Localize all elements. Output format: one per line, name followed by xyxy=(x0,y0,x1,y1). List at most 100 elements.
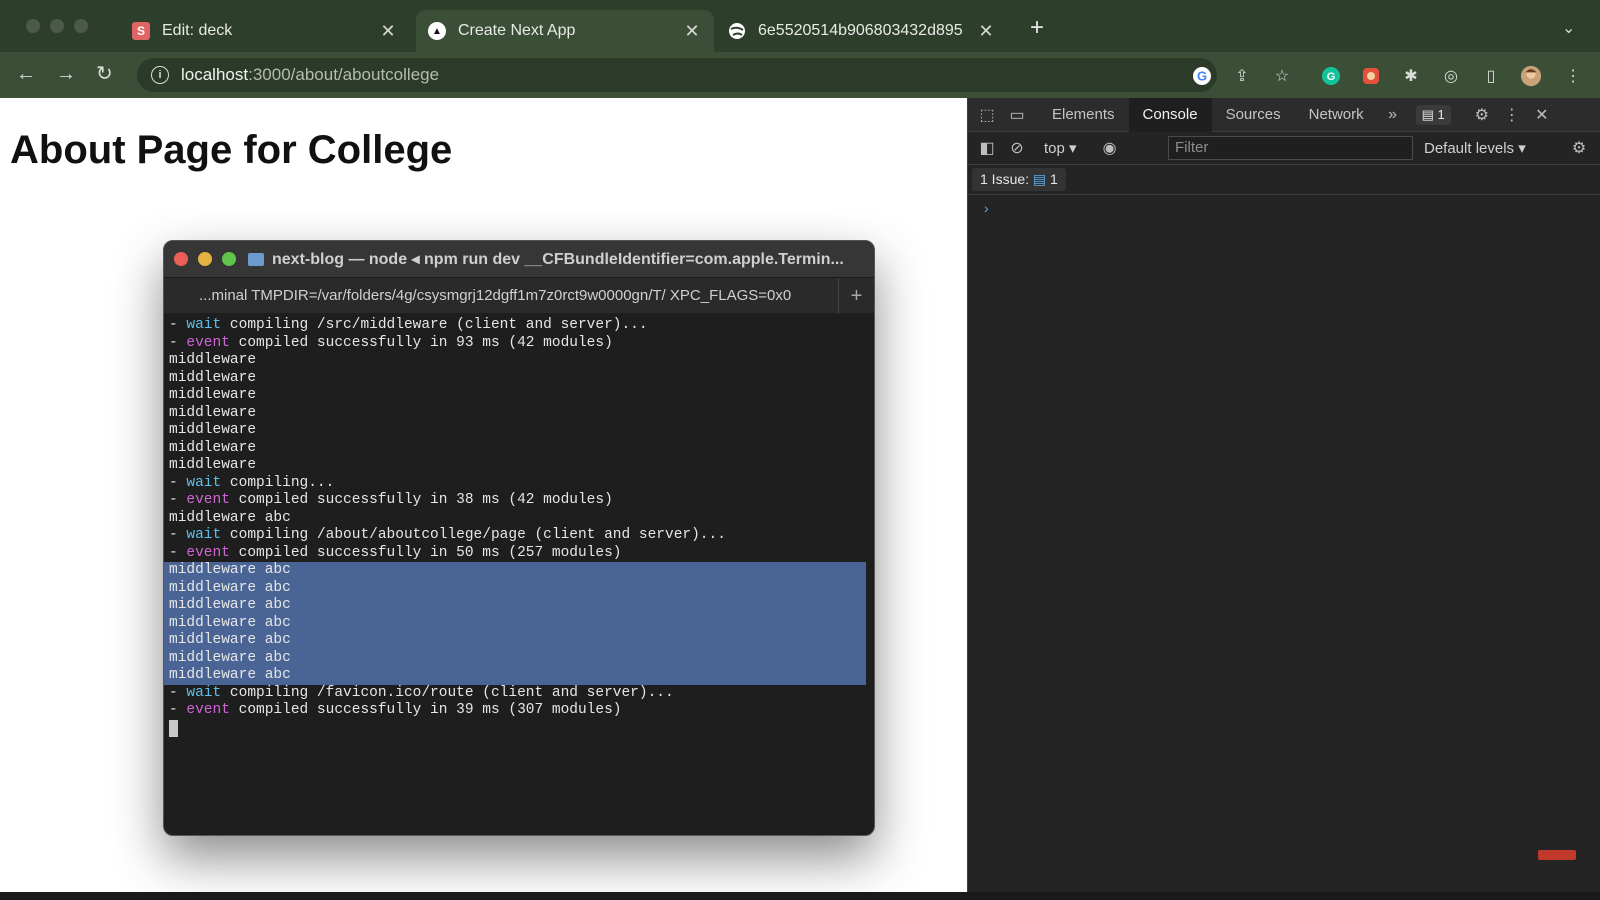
issues-badge[interactable]: ▤ 1 xyxy=(1415,104,1451,125)
console-prompt-icon[interactable]: › xyxy=(984,200,989,216)
line-text: compiling /favicon.ico/route (client and… xyxy=(221,684,674,701)
line-text: compiled successfully in 50 ms (257 modu… xyxy=(229,544,622,561)
terminal-line: - event compiled successfully in 39 ms (… xyxy=(169,702,869,720)
terminal-line: middleware abc xyxy=(169,597,291,613)
address-bar[interactable]: i localhost:3000/about/aboutcollege xyxy=(137,58,1217,92)
line-text: compiling /src/middleware (client and se… xyxy=(221,317,648,333)
message-icon: ▤ xyxy=(1032,171,1047,187)
terminal-line: middleware xyxy=(169,404,257,421)
terminal-cursor-line xyxy=(169,719,869,738)
tab-network[interactable]: Network xyxy=(1295,98,1378,132)
terminal-line: middleware xyxy=(169,439,257,456)
chevron-down-icon[interactable]: ⌄ xyxy=(1562,18,1575,38)
reload-icon[interactable]: ↻ xyxy=(96,63,113,85)
terminal-minimize-dot[interactable] xyxy=(198,252,212,266)
gear-icon[interactable]: ⚙ xyxy=(1564,138,1594,158)
back-arrow-icon[interactable]: ← xyxy=(16,63,36,85)
line-text: compiled successfully in 39 ms (307 modu… xyxy=(229,702,622,718)
terminal-new-tab-button[interactable]: + xyxy=(838,278,874,314)
tab-elements[interactable]: Elements xyxy=(1038,98,1129,132)
line-keyword: event xyxy=(186,702,230,718)
window-zoom-dot[interactable] xyxy=(74,19,88,33)
avatar[interactable] xyxy=(1520,65,1542,87)
forward-arrow-icon[interactable]: → xyxy=(56,63,76,85)
grammarly-icon[interactable]: G xyxy=(1320,65,1342,87)
sidepanel-icon[interactable]: ▯ xyxy=(1480,65,1502,87)
devtools-panel: ⬚ ▭ Elements Console Sources Network » ▤… xyxy=(967,97,1600,892)
tab-hash-page[interactable]: 6e5520514b906803432d895 ✕ xyxy=(716,10,1008,52)
line-prefix: - xyxy=(169,334,187,351)
line-keyword: event xyxy=(186,334,230,351)
close-icon[interactable]: ✕ xyxy=(976,21,996,42)
tab-edit-deck[interactable]: S Edit: deck ✕ xyxy=(120,10,410,52)
window-minimize-dot[interactable] xyxy=(50,19,64,33)
close-icon[interactable]: ✕ xyxy=(682,21,702,42)
terminal-line: middleware abc xyxy=(169,667,291,683)
tab-title: 6e5520514b906803432d895 xyxy=(758,22,963,39)
terminal-cursor xyxy=(169,719,178,737)
terminal-line: middleware abc xyxy=(169,509,291,526)
clear-console-icon[interactable]: ⊘ xyxy=(1002,138,1032,158)
more-tabs-icon[interactable]: » xyxy=(1378,106,1408,124)
terminal-line: middleware xyxy=(169,457,257,473)
extension-red-icon[interactable] xyxy=(1360,65,1382,87)
terminal-line: middleware abc xyxy=(169,649,291,666)
browser-toolbar: ← → ↻ i localhost:3000/about/aboutcolleg… xyxy=(0,52,1600,98)
tab-create-next-app[interactable]: ▲ Create Next App ✕ xyxy=(416,10,714,52)
terminal-line: middleware abc xyxy=(169,562,291,578)
terminal-window: next-blog — node ◂ npm run dev __CFBundl… xyxy=(163,240,875,836)
more-vert-icon[interactable]: ⋮ xyxy=(1497,105,1527,125)
terminal-tab[interactable]: ...minal TMPDIR=/var/folders/4g/csysmgrj… xyxy=(164,287,791,304)
page-title: About Page for College xyxy=(10,128,453,172)
star-icon[interactable]: ☆ xyxy=(1271,65,1293,87)
line-prefix: - xyxy=(169,527,187,543)
issues-badge-count: 1 xyxy=(1437,106,1445,122)
more-vert-icon[interactable]: ⋮ xyxy=(1562,65,1584,87)
issues-chip[interactable]: 1 Issue: ▤ 1 xyxy=(972,168,1066,191)
terminal-line: middleware abc xyxy=(169,579,291,596)
terminal-close-dot[interactable] xyxy=(174,252,188,266)
log-levels-label: Default levels xyxy=(1424,140,1515,157)
speed-icon[interactable]: ◎ xyxy=(1440,65,1462,87)
window-close-dot[interactable] xyxy=(26,19,40,33)
line-keyword: event xyxy=(186,492,230,508)
tab-title: Edit: deck xyxy=(162,22,233,39)
terminal-output[interactable]: - wait compiling /src/middleware (client… xyxy=(164,313,874,741)
tab-title: Create Next App xyxy=(458,22,576,39)
info-icon[interactable]: i xyxy=(151,66,169,84)
sidebar-toggle-icon[interactable]: ◧ xyxy=(972,138,1002,158)
terminal-zoom-dot[interactable] xyxy=(222,252,236,266)
new-tab-button[interactable]: + xyxy=(1030,16,1044,40)
inspect-icon[interactable]: ⬚ xyxy=(972,105,1002,125)
terminal-line: - wait compiling /src/middleware (client… xyxy=(169,317,869,335)
terminal-line: - wait compiling /favicon.ico/route (cli… xyxy=(169,685,869,703)
google-icon[interactable]: G xyxy=(1191,65,1213,87)
line-prefix: - xyxy=(169,702,187,718)
device-toolbar-icon[interactable]: ▭ xyxy=(1002,105,1032,125)
share-icon[interactable]: ⇪ xyxy=(1231,65,1253,87)
gear-icon[interactable]: ⚙ xyxy=(1467,105,1497,125)
puzzle-icon[interactable]: ✱ xyxy=(1400,65,1422,87)
folder-icon xyxy=(248,252,264,266)
close-icon[interactable]: ✕ xyxy=(1527,105,1557,125)
filter-input[interactable]: Filter xyxy=(1168,136,1413,160)
tab-sources[interactable]: Sources xyxy=(1212,98,1295,132)
issues-bar: 1 Issue: ▤ 1 xyxy=(968,165,1600,195)
tab-console[interactable]: Console xyxy=(1128,97,1212,132)
log-levels-dropdown[interactable]: Default levels ▾ xyxy=(1424,139,1526,157)
line-prefix: - xyxy=(169,474,187,491)
line-prefix: - xyxy=(169,492,187,508)
context-label: top xyxy=(1044,140,1065,157)
context-selector[interactable]: top ▾ xyxy=(1044,139,1077,157)
bottom-strip xyxy=(0,892,1600,900)
issues-count: 1 xyxy=(1050,171,1058,187)
close-icon[interactable]: ✕ xyxy=(378,21,398,42)
line-keyword: wait xyxy=(186,474,222,491)
terminal-line: - event compiled successfully in 50 ms (… xyxy=(169,545,869,563)
line-text: compiling /about/aboutcollege/page (clie… xyxy=(221,527,726,543)
terminal-line: middleware xyxy=(169,422,257,438)
web-page: About Page for College next-blog — node … xyxy=(0,98,967,892)
eye-icon[interactable]: ◉ xyxy=(1095,138,1125,158)
globe-icon xyxy=(728,22,746,40)
line-prefix: - xyxy=(169,544,187,561)
